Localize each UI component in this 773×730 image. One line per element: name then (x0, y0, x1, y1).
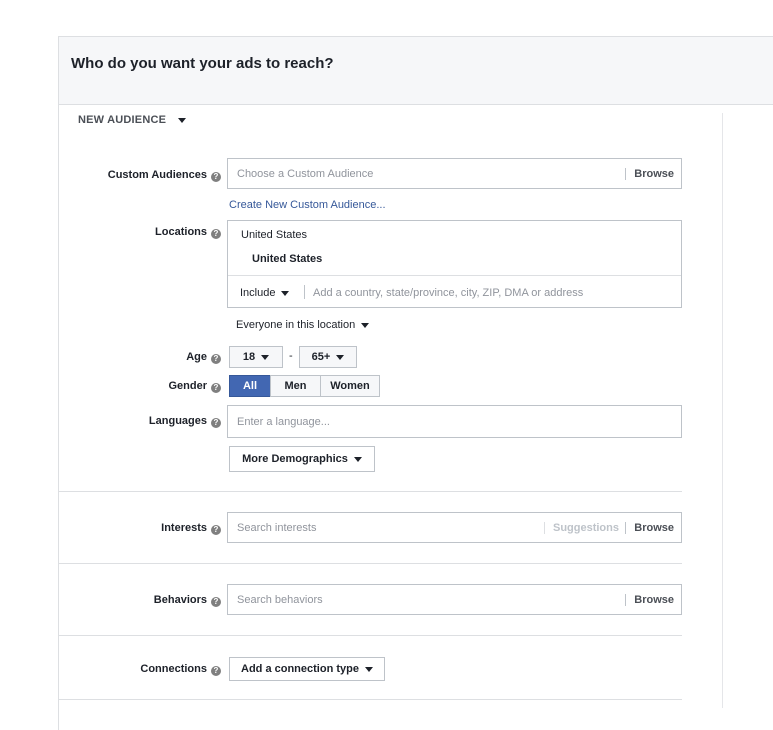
help-circle-icon[interactable]: ? (211, 383, 221, 393)
help-circle-icon[interactable]: ? (211, 525, 221, 535)
behaviors-placeholder: Search behaviors (237, 594, 323, 606)
section-divider (59, 635, 682, 636)
gender-men-button[interactable]: Men (270, 375, 321, 397)
caret-down-icon (353, 456, 362, 462)
age-min-dropdown[interactable]: 18 (229, 346, 283, 368)
custom-audience-browse-button[interactable]: Browse (625, 168, 674, 180)
gender-all-button[interactable]: All (229, 375, 271, 397)
caret-down-icon (364, 666, 373, 672)
language-input[interactable]: Enter a language... (227, 405, 682, 438)
location-country-header: United States (241, 229, 308, 241)
caret-down-icon (361, 322, 370, 328)
help-circle-icon[interactable]: ? (211, 418, 221, 428)
gender-women-button[interactable]: Women (320, 375, 380, 397)
age-max-dropdown[interactable]: 65+ (299, 346, 357, 368)
caret-down-icon (178, 117, 187, 123)
more-demographics-button[interactable]: More Demographics (229, 446, 375, 472)
section-divider (59, 491, 682, 492)
custom-audiences-label: Custom Audiences? (108, 169, 221, 182)
interests-input[interactable]: Search interests Suggestions Browse (227, 512, 682, 543)
behaviors-browse-button[interactable]: Browse (625, 594, 674, 606)
include-dropdown[interactable]: Include (240, 287, 290, 299)
location-selected[interactable]: United States (252, 253, 322, 265)
caret-down-icon (336, 354, 345, 360)
help-circle-icon[interactable]: ? (211, 172, 221, 182)
location-scope-dropdown[interactable]: Everyone in this location (236, 319, 370, 331)
location-search-input[interactable]: Add a country, state/province, city, ZIP… (313, 287, 583, 299)
behaviors-input[interactable]: Search behaviors Browse (227, 584, 682, 615)
gender-label: Gender? (168, 380, 221, 393)
add-connection-type-button[interactable]: Add a connection type (229, 657, 385, 681)
caret-down-icon (281, 290, 290, 296)
new-audience-dropdown[interactable]: NEW AUDIENCE (78, 114, 187, 126)
location-input-row: Include Add a country, state/province, c… (228, 275, 681, 309)
section-divider (59, 699, 682, 700)
locations-box: United States United States Include Add … (227, 220, 682, 308)
connections-label: Connections? (140, 663, 221, 676)
new-audience-label: NEW AUDIENCE (78, 114, 167, 126)
age-range-dash: - (289, 350, 293, 362)
age-label: Age? (186, 351, 221, 364)
help-circle-icon[interactable]: ? (211, 597, 221, 607)
help-circle-icon[interactable]: ? (211, 354, 221, 364)
custom-audience-input[interactable]: Choose a Custom Audience Browse (227, 158, 682, 189)
locations-label: Locations? (155, 226, 221, 239)
interests-suggestions-button[interactable]: Suggestions (543, 522, 619, 534)
caret-down-icon (261, 354, 270, 360)
languages-label: Languages? (149, 415, 221, 428)
section-divider (59, 563, 682, 564)
create-custom-audience-link[interactable]: Create New Custom Audience... (229, 199, 386, 211)
help-circle-icon[interactable]: ? (211, 229, 221, 239)
custom-audience-placeholder: Choose a Custom Audience (237, 168, 374, 180)
audience-panel: Who do you want your ads to reach? (58, 36, 773, 730)
behaviors-label: Behaviors? (154, 594, 221, 607)
right-divider (722, 113, 723, 708)
interests-placeholder: Search interests (237, 522, 317, 534)
interests-label: Interests? (161, 522, 221, 535)
location-separator (304, 285, 305, 299)
help-circle-icon[interactable]: ? (211, 666, 221, 676)
panel-header: Who do you want your ads to reach? (59, 37, 773, 105)
language-placeholder: Enter a language... (237, 416, 330, 428)
panel-title: Who do you want your ads to reach? (71, 55, 334, 72)
interests-browse-button[interactable]: Browse (625, 522, 674, 534)
